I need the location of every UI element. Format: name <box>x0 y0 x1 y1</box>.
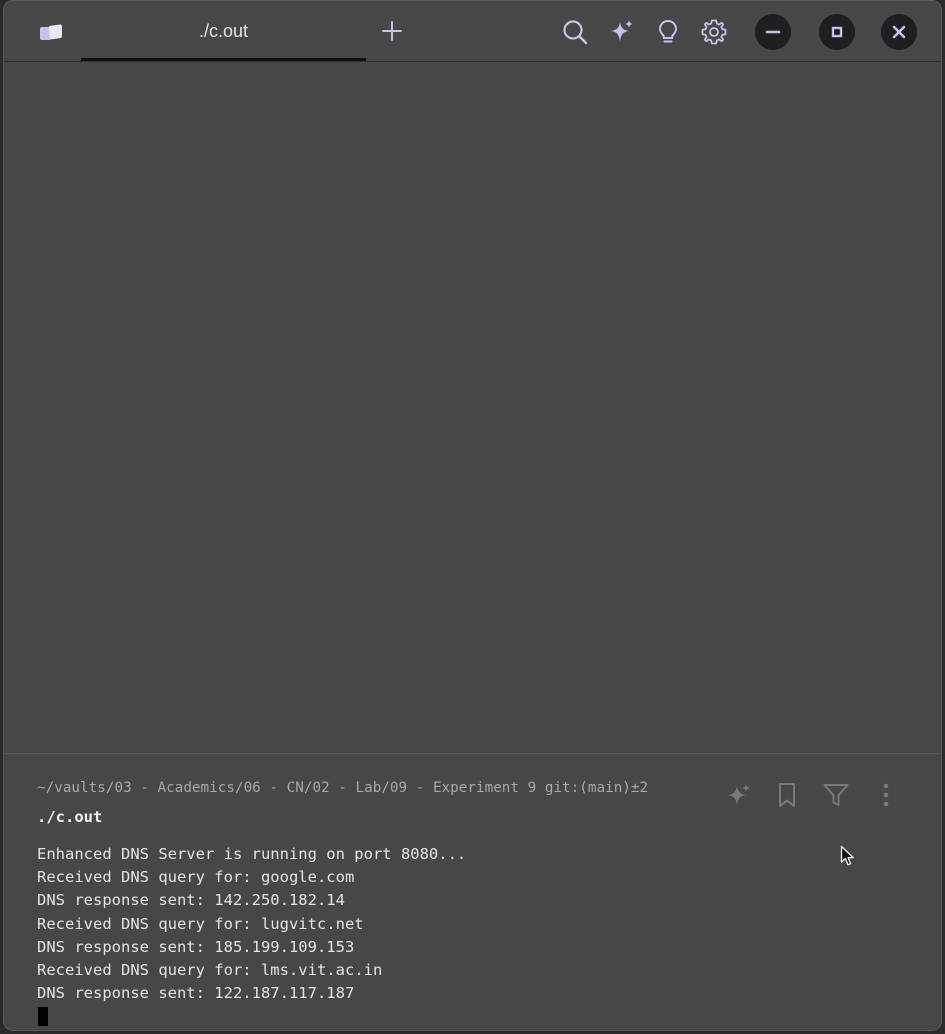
output-line: DNS response sent: 185.199.109.153 <box>37 937 355 956</box>
gear-icon[interactable] <box>699 17 729 47</box>
output-line: Enhanced DNS Server is running on port 8… <box>37 845 467 863</box>
command-block[interactable]: ~/vaults/03 - Academics/06 - CN/02 - Lab… <box>4 753 941 1030</box>
bookmark-icon[interactable] <box>772 780 802 810</box>
output-line: Received DNS query for: google.com <box>37 868 355 887</box>
sparkle-icon[interactable] <box>606 17 636 47</box>
output-line: Received DNS query for: lms.vit.ac.in <box>37 960 383 979</box>
maximize-icon <box>831 26 843 38</box>
minimize-icon <box>765 30 781 34</box>
close-icon <box>892 25 906 39</box>
tab-c-out[interactable]: ./c.out <box>81 1 366 61</box>
search-icon[interactable] <box>560 17 590 47</box>
maximize-button[interactable] <box>819 14 855 50</box>
output-line: DNS response sent: 122.187.117.187 <box>37 984 355 1003</box>
minimize-button[interactable] <box>755 14 791 50</box>
tab-label: ./c.out <box>198 20 249 41</box>
close-button[interactable] <box>881 14 917 50</box>
output-line: Received DNS query for: lugvitc.net <box>37 914 364 933</box>
sparkle-icon[interactable] <box>723 780 753 810</box>
terminal-scroll-area <box>4 62 941 753</box>
command-text: ./c.out <box>37 808 103 826</box>
command-output: Enhanced DNS Server is running on port 8… <box>37 843 466 1005</box>
filter-icon[interactable] <box>821 780 851 810</box>
text-cursor <box>38 1007 48 1026</box>
lightbulb-icon[interactable] <box>653 17 683 47</box>
plus-icon[interactable] <box>380 19 404 43</box>
prompt-path: ~/vaults/03 - Academics/06 - CN/02 - Lab… <box>37 780 649 796</box>
title-bar: ./c.out <box>4 1 941 62</box>
output-line: DNS response sent: 142.250.182.14 <box>37 891 345 910</box>
more-vertical-icon[interactable] <box>871 780 901 810</box>
tabs-panel-icon[interactable] <box>38 21 64 45</box>
terminal-window: ./c.out ~/vaults/03 - Academics/06 - CN/… <box>3 0 942 1031</box>
mouse-pointer-icon <box>840 845 856 867</box>
